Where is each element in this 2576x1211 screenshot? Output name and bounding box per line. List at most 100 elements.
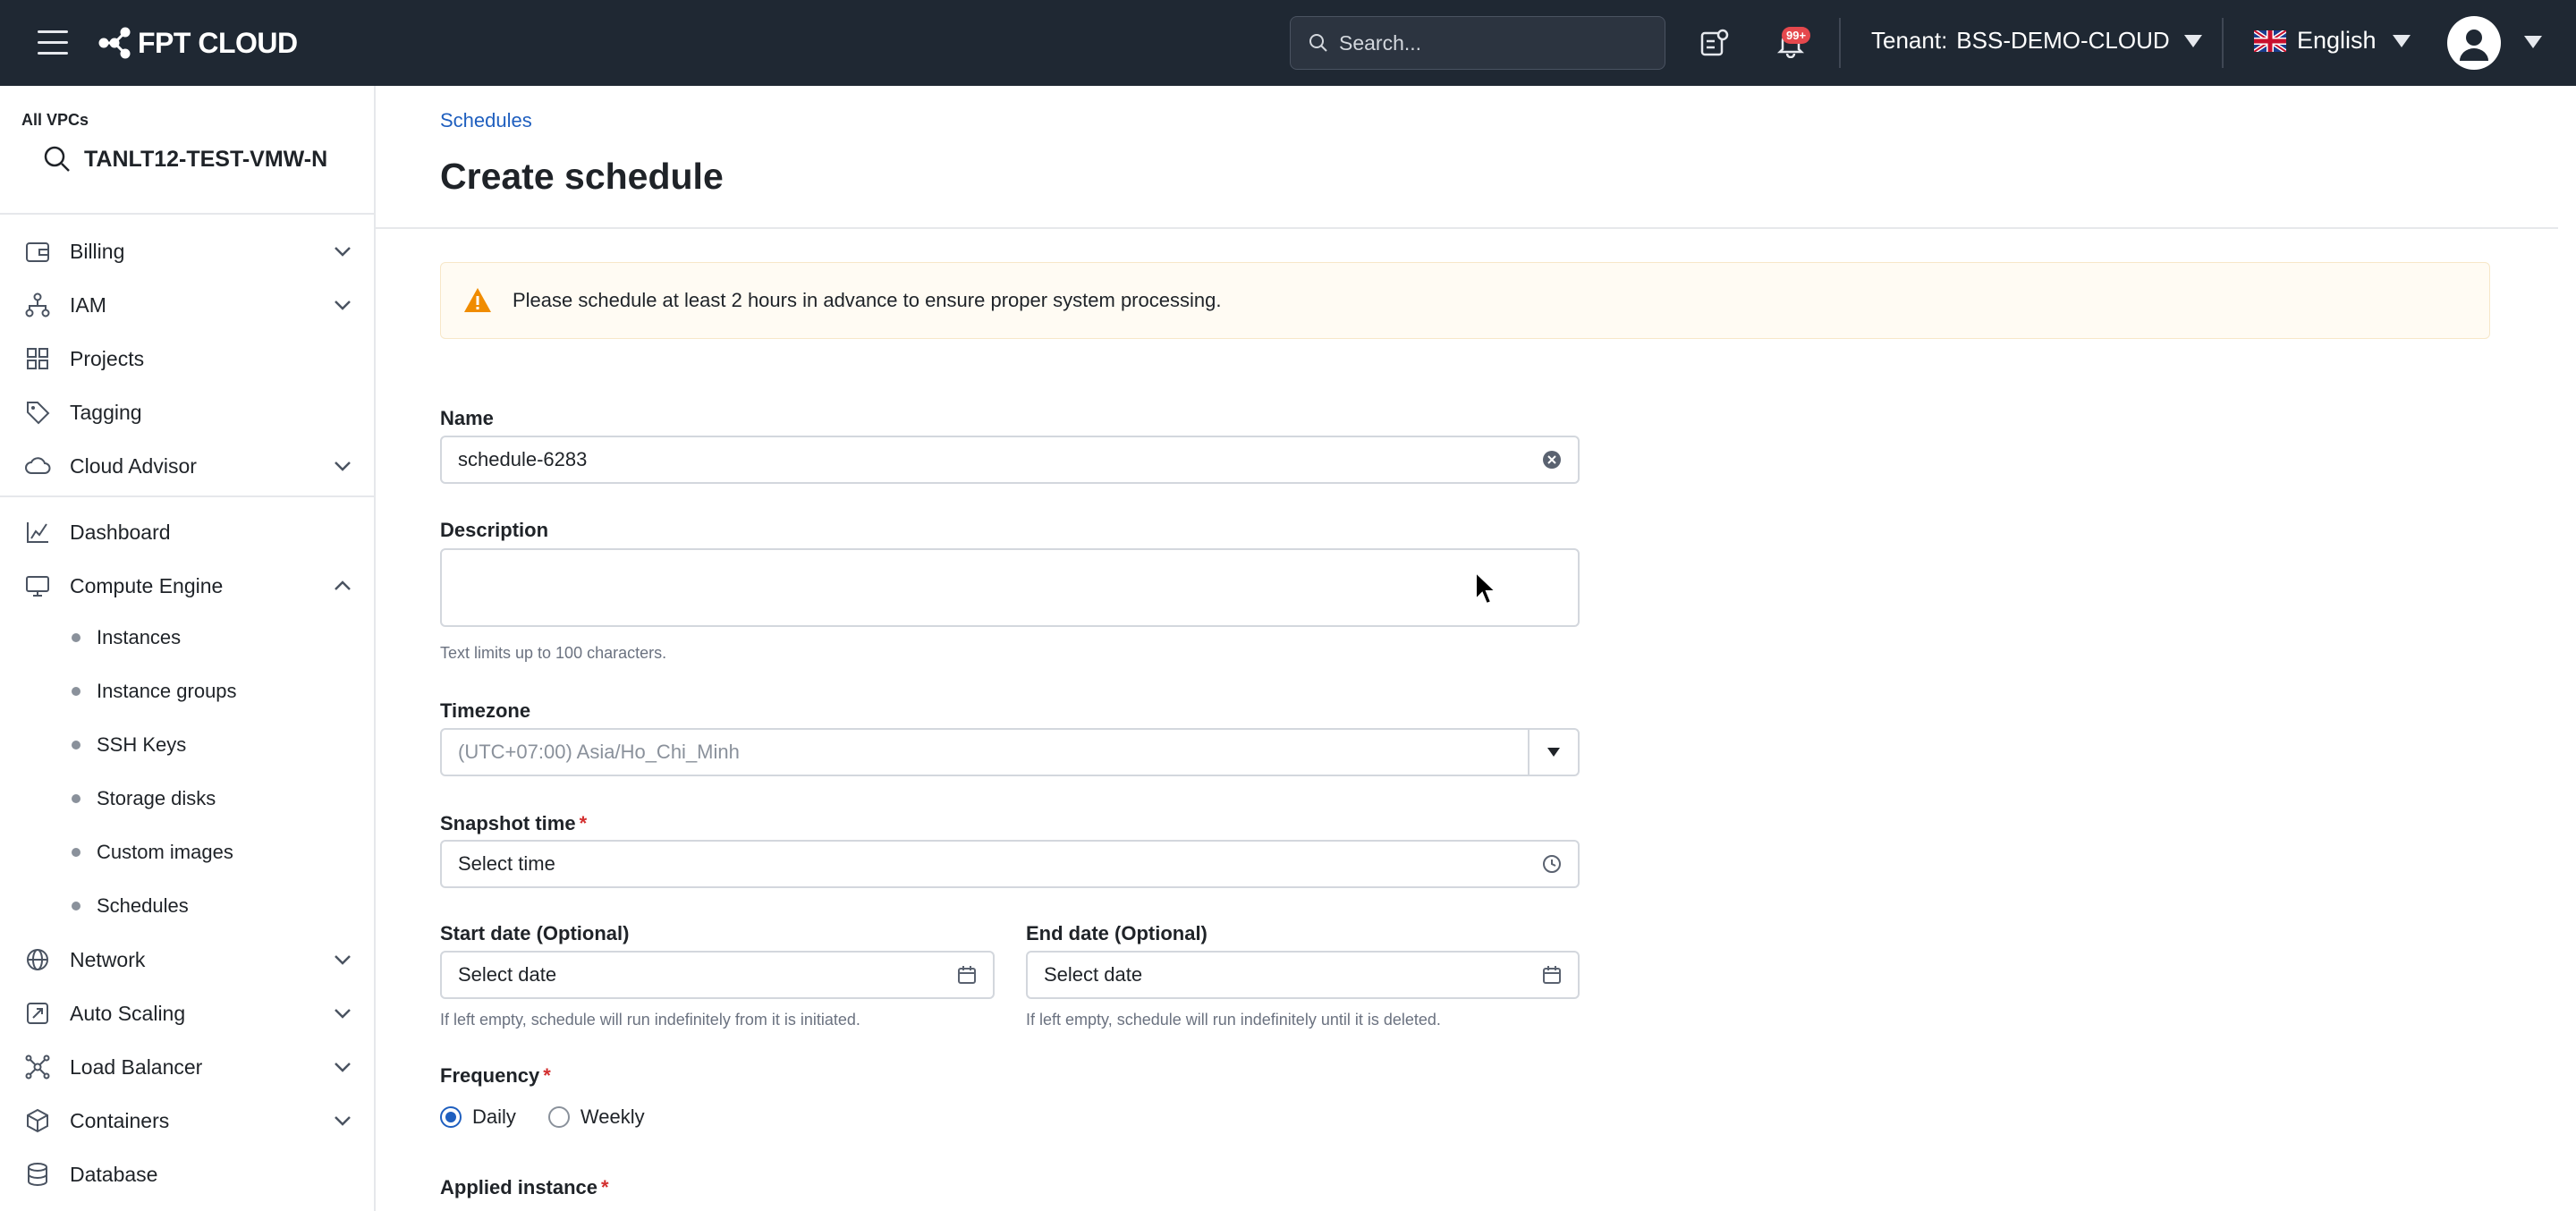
sidebar-item-label: Containers xyxy=(70,1108,170,1132)
start-date-hint: If left empty, schedule will run indefin… xyxy=(440,1011,860,1029)
sidebar-subitem-label: Custom images xyxy=(97,841,233,863)
description-label: Description xyxy=(440,519,549,541)
language-label: English xyxy=(2297,27,2377,54)
global-search[interactable] xyxy=(1290,16,1665,70)
sidebar-item-dashboard[interactable]: Dashboard xyxy=(21,510,354,555)
sidebar-item-label: Cloud Advisor xyxy=(70,453,197,478)
tag-icon xyxy=(21,396,54,428)
sidebar-item-label: Billing xyxy=(70,239,125,263)
vpc-label: All VPCs xyxy=(21,111,89,129)
divider xyxy=(2222,18,2224,68)
sidebar-item-projects[interactable]: Projects xyxy=(21,336,354,381)
start-date-label: Start date (Optional) xyxy=(440,922,630,944)
autoscale-icon xyxy=(21,997,54,1029)
divider xyxy=(376,227,2558,229)
chevron-down-icon xyxy=(335,301,351,310)
sidebar-item-label: Network xyxy=(70,947,146,971)
radio-unchecked[interactable] xyxy=(547,1106,570,1128)
search-input[interactable] xyxy=(1339,30,1643,55)
sidebar-subitem-custom-images[interactable]: Custom images xyxy=(72,832,233,873)
logo-text: FPT CLOUD xyxy=(138,26,298,59)
bullet xyxy=(72,741,80,749)
sidebar-item-database[interactable]: Database xyxy=(21,1152,354,1197)
bullet xyxy=(72,633,80,642)
caret-down-icon xyxy=(2392,34,2411,47)
page-title: Create schedule xyxy=(440,156,724,197)
bullet xyxy=(72,687,80,696)
end-date-picker[interactable]: Select date xyxy=(1026,951,1580,999)
timezone-select[interactable]: (UTC+07:00) Asia/Ho_Chi_Minh xyxy=(440,728,1580,776)
end-date-label: End date (Optional) xyxy=(1026,922,1208,944)
sidebar-item-iam[interactable]: IAM xyxy=(21,283,354,327)
sidebar-subitem-ssh-keys[interactable]: SSH Keys xyxy=(72,724,186,766)
sidebar-item-load-balancer[interactable]: Load Balancer xyxy=(21,1045,354,1089)
description-field[interactable] xyxy=(440,548,1580,627)
bullet xyxy=(72,848,80,857)
box-icon xyxy=(21,1105,54,1137)
notification-badge: 99+ xyxy=(1782,27,1811,44)
sidebar-item-compute-engine[interactable]: Compute Engine xyxy=(21,563,354,608)
frequency-weekly-radio[interactable]: Weekly xyxy=(547,1105,645,1129)
avatar[interactable] xyxy=(2447,16,2501,70)
sidebar-item-containers[interactable]: Containers xyxy=(21,1098,354,1143)
sidebar-subitem-label: Storage disks xyxy=(97,787,216,809)
description-hint: Text limits up to 100 characters. xyxy=(440,644,667,662)
snapshot-time-label: Snapshot time * xyxy=(440,812,588,834)
sidebar: All VPCs TANLT12-TEST-VMW-N Billing IAM … xyxy=(0,86,376,1211)
clear-icon[interactable] xyxy=(1542,450,1562,470)
name-label: Name xyxy=(440,407,494,429)
chevron-down-icon xyxy=(335,1063,351,1072)
warning-icon xyxy=(464,288,491,312)
request-icon[interactable] xyxy=(1696,25,1732,61)
radio-checked[interactable] xyxy=(440,1106,462,1128)
snapshot-time-picker[interactable]: Select time xyxy=(440,840,1580,888)
mouse-cursor-icon xyxy=(1475,571,1498,606)
calendar-icon xyxy=(1543,966,1561,984)
language-selector[interactable]: English xyxy=(2254,27,2411,55)
sidebar-item-cloud-advisor[interactable]: Cloud Advisor xyxy=(21,444,354,488)
caret-down-icon[interactable] xyxy=(1528,730,1578,775)
hierarchy-icon xyxy=(21,289,54,321)
menu-icon[interactable] xyxy=(38,30,68,55)
sidebar-item-network[interactable]: Network xyxy=(21,937,354,982)
timezone-value: (UTC+07:00) Asia/Ho_Chi_Minh xyxy=(458,741,740,763)
sidebar-subitem-storage-disks[interactable]: Storage disks xyxy=(72,778,216,819)
frequency-daily-radio[interactable]: Daily xyxy=(440,1105,516,1129)
divider xyxy=(0,213,376,215)
sidebar-subitem-schedules[interactable]: Schedules xyxy=(72,885,189,927)
globe-icon xyxy=(21,944,54,976)
chevron-down-icon xyxy=(335,247,351,257)
vpc-selector[interactable]: TANLT12-TEST-VMW-N xyxy=(43,145,327,174)
user-icon xyxy=(2460,30,2488,61)
chevron-up-icon xyxy=(335,580,351,590)
sidebar-subitem-label: Instances xyxy=(97,626,182,648)
name-field[interactable]: schedule-6283 xyxy=(440,436,1580,484)
logo[interactable]: FPT CLOUD xyxy=(97,25,298,61)
chevron-down-icon xyxy=(335,1116,351,1126)
caret-down-icon[interactable] xyxy=(2524,36,2542,48)
warning-alert: Please schedule at least 2 hours in adva… xyxy=(440,262,2490,339)
sidebar-subitem-instances[interactable]: Instances xyxy=(72,617,181,658)
sidebar-subitem-instance-groups[interactable]: Instance groups xyxy=(72,671,237,712)
snapshot-time-placeholder: Select time xyxy=(458,852,555,875)
sidebar-item-label: Auto Scaling xyxy=(70,1001,186,1025)
sidebar-subitem-label: Schedules xyxy=(97,894,189,917)
search-icon xyxy=(44,146,70,172)
sidebar-item-tagging[interactable]: Tagging xyxy=(21,390,354,435)
cloud-icon xyxy=(21,450,54,482)
tenant-selector[interactable]: Tenant: BSS-DEMO-CLOUD xyxy=(1871,27,2202,55)
sidebar-item-label: Projects xyxy=(70,346,145,370)
sidebar-item-auto-scaling[interactable]: Auto Scaling xyxy=(21,991,354,1036)
alert-message: Please schedule at least 2 hours in adva… xyxy=(513,289,1222,311)
sidebar-item-billing[interactable]: Billing xyxy=(21,229,354,274)
frequency-label: Frequency * xyxy=(440,1064,551,1087)
wallet-icon xyxy=(21,235,54,267)
clock-icon xyxy=(1543,855,1561,873)
radio-label: Daily xyxy=(472,1105,516,1128)
breadcrumb-schedules[interactable]: Schedules xyxy=(440,109,532,132)
start-date-picker[interactable]: Select date xyxy=(440,951,995,999)
timezone-label: Timezone xyxy=(440,699,531,722)
start-date-placeholder: Select date xyxy=(458,963,557,986)
sidebar-subitem-label: SSH Keys xyxy=(97,733,187,756)
radio-label: Weekly xyxy=(580,1105,645,1128)
